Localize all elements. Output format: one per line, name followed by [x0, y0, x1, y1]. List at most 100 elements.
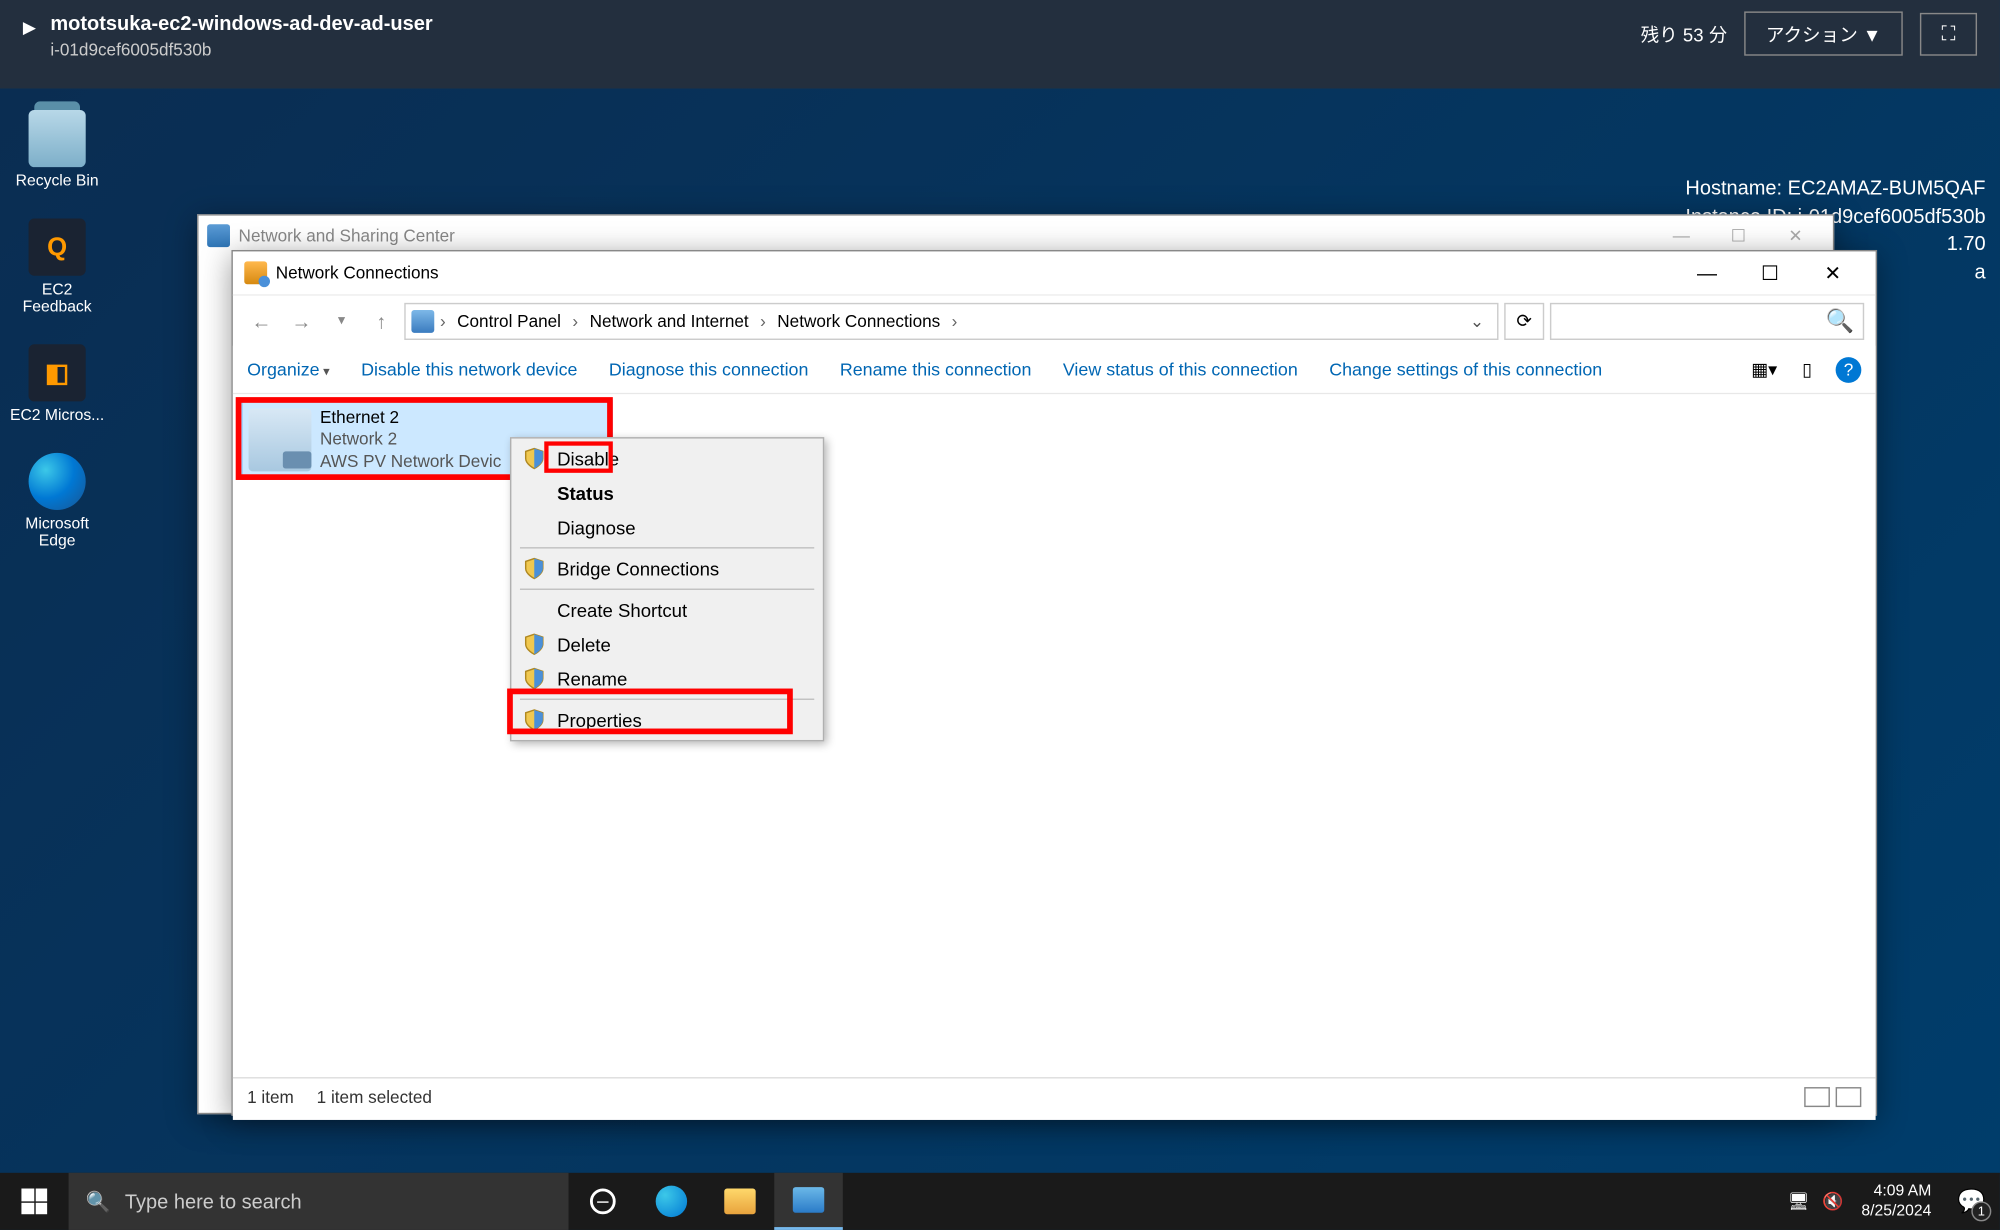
connections-content[interactable]: Ethernet 2 Network 2 AWS PV Network Devi… — [233, 394, 1876, 1120]
action-center-button[interactable]: 💬 1 — [1943, 1173, 2000, 1230]
control-panel-icon — [411, 309, 434, 332]
organize-menu[interactable]: Organize — [247, 359, 330, 379]
taskbar-edge[interactable] — [637, 1173, 706, 1230]
taskbar-clock[interactable]: 4:09 AM 8/25/2024 — [1850, 1181, 1943, 1222]
connection-network: Network 2 — [320, 429, 501, 451]
play-icon[interactable]: ▶ — [23, 17, 36, 37]
minimize-button[interactable]: — — [1676, 251, 1739, 294]
menu-separator — [520, 547, 814, 548]
session-instance-id: i-01d9cef6005df530b — [50, 40, 432, 60]
desktop[interactable]: Recycle Bin Q EC2 Feedback ◧ EC2 Micros.… — [0, 89, 2000, 1173]
tray-display-icon[interactable]: 🖥 — [1781, 1173, 1815, 1230]
close-button[interactable]: ✕ — [1767, 226, 1824, 246]
task-view-button[interactable] — [569, 1173, 638, 1230]
toolbar: Organize Disable this network device Dia… — [233, 346, 1876, 395]
back-button[interactable]: ← — [244, 304, 278, 338]
disable-device-button[interactable]: Disable this network device — [361, 359, 577, 379]
folder-icon — [724, 1189, 755, 1215]
address-bar-row: ← → ▾ ↑ › Control Panel › Network and In… — [233, 294, 1876, 345]
shield-icon — [523, 667, 546, 690]
maximize-button[interactable]: ☐ — [1710, 226, 1767, 246]
chevron-right-icon: › — [760, 311, 766, 331]
ctx-properties[interactable]: Properties — [514, 703, 820, 737]
shield-icon — [523, 709, 546, 732]
ctx-bridge[interactable]: Bridge Connections — [514, 551, 820, 585]
fullscreen-button[interactable]: ⛶ — [1920, 12, 1977, 55]
crumb-control-panel[interactable]: Control Panel — [451, 311, 566, 331]
minimize-button[interactable]: — — [1653, 226, 1710, 246]
desktop-icon-recycle-bin[interactable]: Recycle Bin — [7, 110, 107, 190]
ctx-delete[interactable]: Delete — [514, 627, 820, 661]
crumb-network-internet[interactable]: Network and Internet — [584, 311, 755, 331]
time-remaining: 残り 53 分 — [1641, 20, 1728, 47]
ctx-disable[interactable]: Disable — [514, 441, 820, 475]
action-button[interactable]: アクション ▼ — [1744, 11, 1902, 55]
search-icon: 🔍 — [1826, 306, 1854, 335]
shield-icon — [523, 447, 546, 470]
refresh-button[interactable]: ⟳ — [1504, 302, 1544, 339]
start-button[interactable] — [0, 1173, 69, 1230]
network-connections-window[interactable]: Network Connections — ☐ ✕ ← → ▾ ↑ › Cont… — [231, 250, 1877, 1116]
connection-name: Ethernet 2 — [320, 407, 501, 429]
breadcrumb-bar[interactable]: › Control Panel › Network and Internet ›… — [404, 302, 1498, 339]
preview-pane-button[interactable]: ▯ — [1793, 355, 1822, 384]
diagnose-button[interactable]: Diagnose this connection — [609, 359, 809, 379]
status-bar: 1 item 1 item selected — [233, 1077, 1876, 1114]
amazon-q-icon: Q — [29, 219, 86, 276]
ctx-rename[interactable]: Rename — [514, 661, 820, 695]
chevron-right-icon: › — [572, 311, 578, 331]
help-button[interactable]: ? — [1836, 356, 1862, 382]
windows-logo-icon — [21, 1189, 47, 1215]
task-view-icon — [590, 1189, 616, 1215]
aws-session-bar: ▶ mototsuka-ec2-windows-ad-dev-ad-user i… — [0, 0, 2000, 89]
context-menu: Disable Status Diagnose Bridge Connectio… — [510, 437, 824, 741]
search-input[interactable]: 🔍 — [1550, 302, 1864, 339]
menu-separator — [520, 589, 814, 590]
ctx-create-shortcut[interactable]: Create Shortcut — [514, 593, 820, 627]
ctx-diagnose[interactable]: Diagnose — [514, 510, 820, 544]
menu-separator — [520, 699, 814, 700]
item-count: 1 item — [247, 1086, 294, 1106]
chevron-right-icon: › — [952, 311, 958, 331]
chevron-right-icon: › — [440, 311, 446, 331]
taskbar: 🔍 Type here to search 🖥 🔇 4:09 AM 8/25/2… — [0, 1173, 2000, 1230]
network-connections-icon — [244, 261, 267, 284]
large-icons-view-button[interactable] — [1836, 1086, 1862, 1106]
desktop-icon-ec2-micro[interactable]: ◧ EC2 Micros... — [7, 344, 107, 424]
amazon-box-icon: ◧ — [29, 344, 86, 401]
connection-device: AWS PV Network Devic — [320, 451, 501, 473]
details-view-button[interactable] — [1804, 1086, 1830, 1106]
view-status-button[interactable]: View status of this connection — [1063, 359, 1298, 379]
ctx-status[interactable]: Status — [514, 476, 820, 510]
address-dropdown[interactable]: ⌄ — [1463, 311, 1492, 331]
network-center-icon — [207, 224, 230, 247]
recent-dropdown[interactable]: ▾ — [324, 304, 358, 338]
window-title: Network and Sharing Center — [239, 226, 455, 246]
taskbar-control-panel[interactable] — [774, 1173, 843, 1230]
shield-icon — [523, 557, 546, 580]
taskbar-file-explorer[interactable] — [706, 1173, 775, 1230]
maximize-button[interactable]: ☐ — [1738, 251, 1801, 294]
desktop-icon-ec2-feedback[interactable]: Q EC2 Feedback — [7, 219, 107, 316]
network-adapter-icon — [249, 409, 312, 472]
change-settings-button[interactable]: Change settings of this connection — [1329, 359, 1602, 379]
rename-button[interactable]: Rename this connection — [840, 359, 1032, 379]
tray-volume-icon[interactable]: 🔇 — [1816, 1173, 1850, 1230]
edge-icon — [656, 1186, 687, 1217]
selected-count: 1 item selected — [317, 1086, 432, 1106]
taskbar-search[interactable]: 🔍 Type here to search — [69, 1173, 569, 1230]
edge-icon — [29, 453, 86, 510]
shield-icon — [523, 633, 546, 656]
search-placeholder: Type here to search — [125, 1190, 302, 1213]
session-title: mototsuka-ec2-windows-ad-dev-ad-user — [50, 11, 432, 34]
desktop-icon-edge[interactable]: Microsoft Edge — [7, 453, 107, 550]
close-button[interactable]: ✕ — [1801, 251, 1864, 294]
search-icon: 🔍 — [86, 1189, 111, 1213]
control-panel-icon — [793, 1187, 824, 1213]
view-options-button[interactable]: ▦▾ — [1750, 355, 1779, 384]
forward-button[interactable]: → — [284, 304, 318, 338]
up-button[interactable]: ↑ — [364, 304, 398, 338]
window-title: Network Connections — [276, 263, 439, 283]
crumb-network-connections[interactable]: Network Connections — [772, 311, 946, 331]
recycle-bin-icon — [29, 110, 86, 167]
